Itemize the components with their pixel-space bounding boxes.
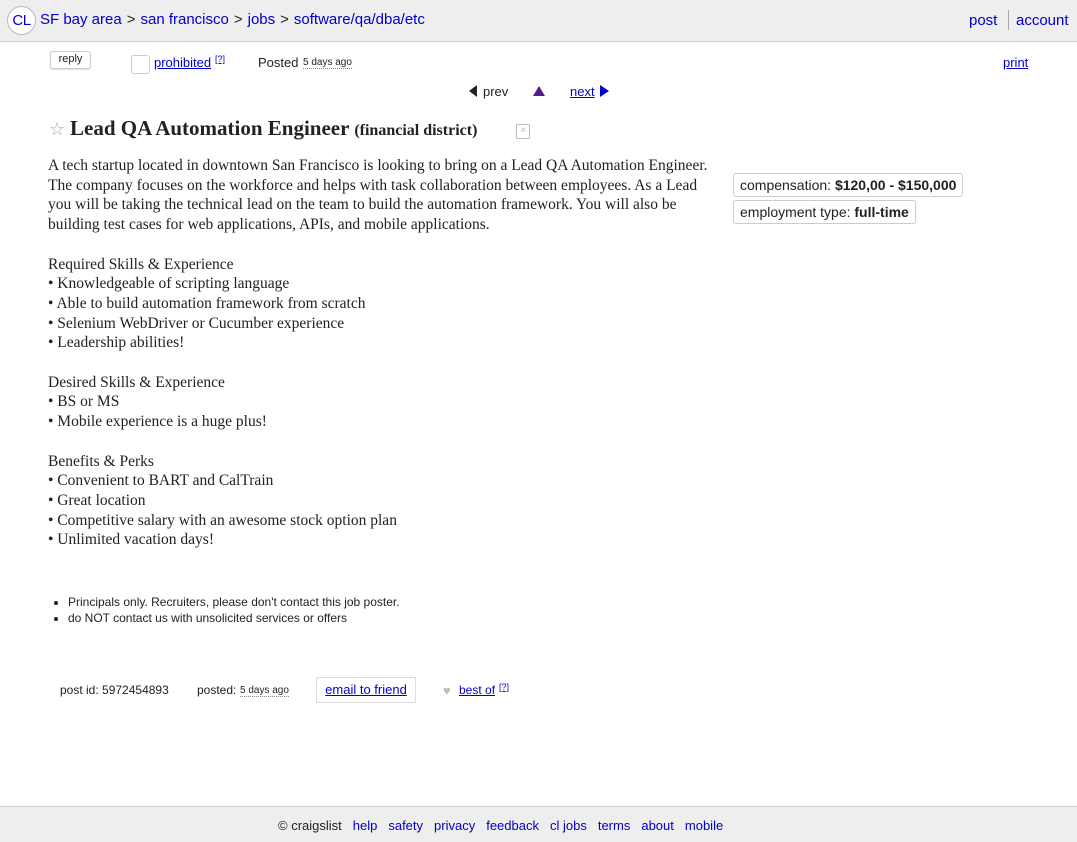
- notices-list: Principals only. Recruiters, please don'…: [55, 594, 400, 626]
- body-line: • Leadership abilities!: [48, 334, 185, 352]
- prev-label: prev: [483, 84, 509, 99]
- breadcrumb-city[interactable]: san francisco: [140, 11, 228, 28]
- email-to-friend-button[interactable]: email to friend: [316, 677, 416, 703]
- compensation-attr: compensation: $120,00 - $150,000: [733, 173, 964, 197]
- breadcrumb-separator: >: [233, 11, 243, 28]
- breadcrumb-category[interactable]: software/qa/dba/etc: [294, 11, 425, 28]
- compensation-label: compensation:: [740, 177, 832, 193]
- posting-body: A tech startup located in downtown San F…: [48, 156, 708, 550]
- breadcrumb-separator: >: [280, 11, 289, 28]
- footer-link-safety[interactable]: safety: [388, 818, 423, 833]
- up-arrow-icon[interactable]: [533, 86, 545, 96]
- employment-type-label: employment type:: [740, 204, 851, 220]
- employment-type-value: full-time: [854, 204, 909, 220]
- flag-checkbox[interactable]: [131, 55, 150, 74]
- body-line: • Competitive salary with an awesome sto…: [48, 511, 397, 529]
- favorite-star-icon[interactable]: ☆: [49, 119, 65, 140]
- best-of-link[interactable]: best of: [459, 683, 495, 697]
- heart-icon: ♥: [443, 683, 451, 698]
- footer-link-help[interactable]: help: [353, 818, 378, 833]
- posted-label: posted:: [197, 683, 237, 697]
- posted-label: Posted: [258, 55, 299, 70]
- posted-time: 5 days ago: [240, 685, 289, 697]
- craigslist-logo[interactable]: CL: [7, 6, 36, 35]
- print-link[interactable]: print: [1003, 55, 1028, 70]
- footer-link-mobile[interactable]: mobile: [685, 818, 723, 833]
- prev-button[interactable]: prev: [469, 84, 508, 99]
- posting-title: Lead QA Automation Engineer (financial d…: [70, 116, 477, 141]
- next-arrow-icon: [599, 85, 609, 97]
- body-line: • BS or MS: [48, 393, 120, 411]
- breadcrumb-separator: >: [126, 11, 136, 28]
- breadcrumb-area[interactable]: SF bay area: [40, 11, 122, 28]
- post-id: post id: 5972454893: [60, 683, 169, 697]
- prohibited-link[interactable]: prohibited: [154, 55, 211, 70]
- notice-item: Principals only. Recruiters, please don'…: [68, 594, 400, 610]
- footer-link-privacy[interactable]: privacy: [434, 818, 475, 833]
- posting-title-text: Lead QA Automation Engineer: [70, 116, 350, 140]
- body-line: • Unlimited vacation days!: [48, 531, 214, 549]
- footer-link-feedback[interactable]: feedback: [486, 818, 539, 833]
- next-button[interactable]: next: [570, 84, 609, 99]
- body-line: Desired Skills & Experience: [48, 373, 225, 391]
- body-line: • Knowledgeable of scripting language: [48, 275, 290, 293]
- employment-type-attr: employment type: full-time: [733, 200, 916, 224]
- body-line: • Convenient to BART and CalTrain: [48, 472, 274, 490]
- footer-link-terms[interactable]: terms: [598, 818, 631, 833]
- help-link[interactable]: [?]: [215, 54, 225, 64]
- account-link[interactable]: account: [1016, 12, 1069, 29]
- help-link[interactable]: [?]: [499, 682, 509, 692]
- compensation-value: $120,00 - $150,000: [834, 177, 957, 193]
- body-line: • Mobile experience is a huge plus!: [48, 413, 267, 431]
- body-intro: A tech startup located in downtown San F…: [48, 157, 708, 234]
- breadcrumb-jobs[interactable]: jobs: [248, 11, 276, 28]
- body-line: • Great location: [48, 491, 146, 509]
- notice-item: do NOT contact us with unsolicited servi…: [68, 610, 400, 626]
- body-line: • Able to build automation framework fro…: [48, 294, 366, 312]
- body-line: Required Skills & Experience: [48, 255, 234, 273]
- footer-link-about[interactable]: about: [641, 818, 674, 833]
- copyright: © craigslist: [278, 818, 342, 833]
- neighborhood: (financial district): [354, 122, 478, 139]
- body-line: • Selenium WebDriver or Cucumber experie…: [48, 314, 345, 332]
- header-divider: [1008, 10, 1009, 30]
- prev-arrow-icon: [469, 85, 477, 97]
- hide-posting-icon[interactable]: ×: [516, 124, 530, 139]
- body-line: Benefits & Perks: [48, 452, 154, 470]
- posted-time: 5 days ago: [303, 57, 352, 69]
- reply-button[interactable]: reply: [50, 51, 91, 69]
- footer-link-cl-jobs[interactable]: cl jobs: [550, 818, 587, 833]
- footer-links: © craigslist help safety privacy feedback cl …: [278, 818, 723, 833]
- post-link[interactable]: post: [969, 12, 997, 29]
- next-label: next: [570, 84, 595, 99]
- breadcrumb: SF bay area > san francisco > jobs > software/…: [40, 11, 425, 28]
